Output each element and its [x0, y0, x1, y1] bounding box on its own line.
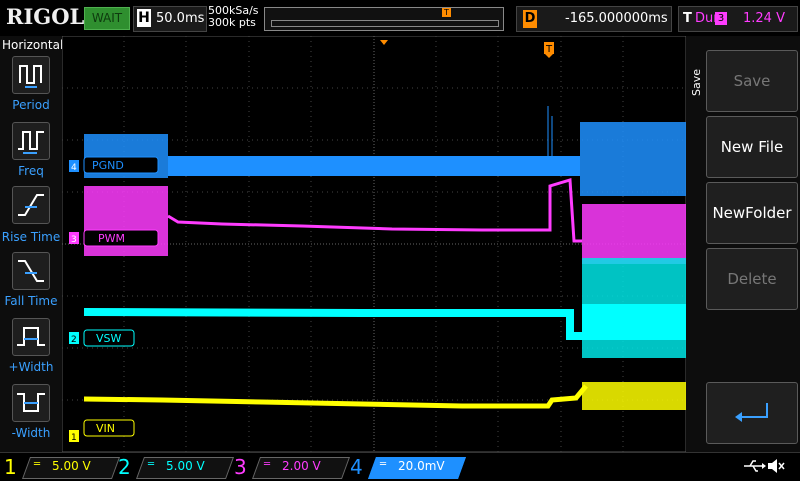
ch4-waveform	[84, 106, 686, 196]
back-button[interactable]	[706, 382, 798, 444]
ch3-label-text: PWM	[98, 232, 125, 245]
trigger-level: 1.24 V	[743, 11, 785, 26]
brand-logo: RIGOL	[6, 4, 85, 29]
measure-rise-time-button[interactable]: Rise Time	[0, 186, 62, 250]
ch2-label-tag: VSW	[83, 329, 135, 347]
delete-button[interactable]: Delete	[706, 248, 798, 310]
measure-negative-width-button[interactable]: -Width	[0, 384, 62, 448]
ch1-waveform	[83, 382, 686, 410]
svg-text:2: 2	[71, 335, 77, 345]
measure-fall-time-button[interactable]: Fall Time	[0, 252, 62, 316]
measure-period-button[interactable]: Period	[0, 56, 62, 120]
svg-text:T: T	[545, 44, 553, 55]
save-menu-title: Save	[690, 68, 703, 96]
ch2-waveform	[83, 258, 686, 358]
waveform-canvas: T 4 3 2 1 PGND PWM VSW VIN	[61, 35, 698, 453]
negative-width-icon	[12, 384, 50, 422]
period-icon	[12, 56, 50, 94]
horizontal-center-marker-icon	[380, 40, 388, 45]
ch2-label-text: VSW	[96, 332, 122, 345]
measure-positive-width-button[interactable]: +Width	[0, 318, 62, 382]
ch3-coupling-icon: ═	[264, 459, 271, 470]
ch4-marker-icon[interactable]: 4	[69, 160, 79, 173]
memory-overview-window	[271, 20, 499, 27]
rise-time-icon	[12, 186, 50, 224]
waveform-display[interactable]: T 4 3 2 1 PGND PWM VSW VIN	[61, 35, 698, 453]
positive-width-label: +Width	[8, 360, 54, 374]
ch1-label-tag: VIN	[83, 419, 135, 437]
negative-width-label: -Width	[11, 426, 51, 440]
new-folder-button[interactable]: NewFolder	[706, 182, 798, 244]
channel-status-bar: 1 ═ 5.00 V 2 ═ 5.00 V 3 ═ 2.00 V 4 ═ 20.…	[0, 452, 800, 481]
trigger-label: T	[683, 11, 692, 26]
new-file-button[interactable]: New File	[706, 116, 798, 178]
ch4-number: 4	[350, 455, 363, 479]
rise-time-label: Rise Time	[1, 230, 61, 244]
memory-depth: 300k pts	[208, 16, 256, 29]
ch2-number: 2	[118, 455, 131, 479]
ch2-scale: 5.00 V	[166, 459, 205, 473]
mute-speaker-icon[interactable]	[766, 458, 786, 478]
ch1-status[interactable]: 1 ═ 5.00 V	[4, 455, 121, 479]
trigger-position-marker-icon: T	[442, 8, 451, 17]
return-arrow-icon	[735, 403, 768, 422]
svg-text:1: 1	[71, 433, 77, 443]
positive-width-icon	[12, 318, 50, 356]
ch4-scale: 20.0mV	[398, 459, 445, 473]
ch1-scale: 5.00 V	[52, 459, 91, 473]
ch2-marker-icon[interactable]: 2	[69, 332, 79, 345]
ch1-marker-icon[interactable]: 1	[69, 430, 79, 443]
ch3-scale: 2.00 V	[282, 459, 321, 473]
ch4-coupling-icon: ═	[380, 459, 387, 470]
ch4-label-text: PGND	[92, 159, 124, 172]
ch2-status[interactable]: 2 ═ 5.00 V	[118, 455, 235, 479]
svg-text:3: 3	[71, 235, 77, 245]
measure-freq-button[interactable]: Freq	[0, 122, 62, 186]
fall-time-label: Fall Time	[4, 294, 58, 308]
trigger-status-badge[interactable]: WAIT	[84, 7, 130, 30]
ch2-coupling-icon: ═	[148, 459, 155, 470]
trigger-source: 3	[715, 12, 727, 25]
horizontal-measure-menu: Horizontal Period Freq Rise Time Fall Ti…	[0, 36, 64, 452]
fall-time-icon	[12, 252, 50, 290]
freq-label: Freq	[18, 164, 44, 178]
timebase-display[interactable]: H 50.0ms	[133, 6, 207, 32]
delay-label: D	[523, 10, 537, 28]
ch3-status[interactable]: 3 ═ 2.00 V	[234, 455, 351, 479]
ch1-number: 1	[4, 455, 17, 479]
timebase-label: H	[137, 9, 151, 27]
sampling-info: 500kSa/s 300k pts	[208, 5, 259, 29]
ch1-coupling-icon: ═	[34, 459, 41, 470]
trigger-position-icon[interactable]: T	[544, 42, 554, 58]
save-button[interactable]: Save	[706, 50, 798, 112]
ch4-status[interactable]: 4 ═ 20.0mV	[350, 455, 467, 479]
trigger-display[interactable]: T Dur 3 1.24 V	[678, 6, 798, 32]
frequency-icon	[12, 122, 50, 160]
memory-overview-bar[interactable]: T	[264, 7, 504, 31]
save-menu: Save Save New File NewFolder Delete	[686, 36, 800, 452]
ch4-label-tag: PGND	[83, 156, 159, 174]
svg-text:4: 4	[71, 163, 77, 173]
ch1-label-text: VIN	[96, 422, 115, 435]
menu-title: Horizontal	[2, 38, 64, 52]
delay-display[interactable]: D -165.000000ms	[516, 6, 672, 32]
delay-value: -165.000000ms	[565, 11, 668, 26]
ch3-number: 3	[234, 455, 247, 479]
ch3-label-tag: PWM	[83, 229, 159, 247]
top-status-bar: RIGOL WAIT H 50.0ms 500kSa/s 300k pts T …	[0, 0, 800, 36]
period-label: Period	[12, 98, 50, 112]
ch3-marker-icon[interactable]: 3	[69, 232, 79, 245]
usb-icon	[742, 458, 766, 478]
timebase-value: 50.0ms	[156, 11, 205, 26]
